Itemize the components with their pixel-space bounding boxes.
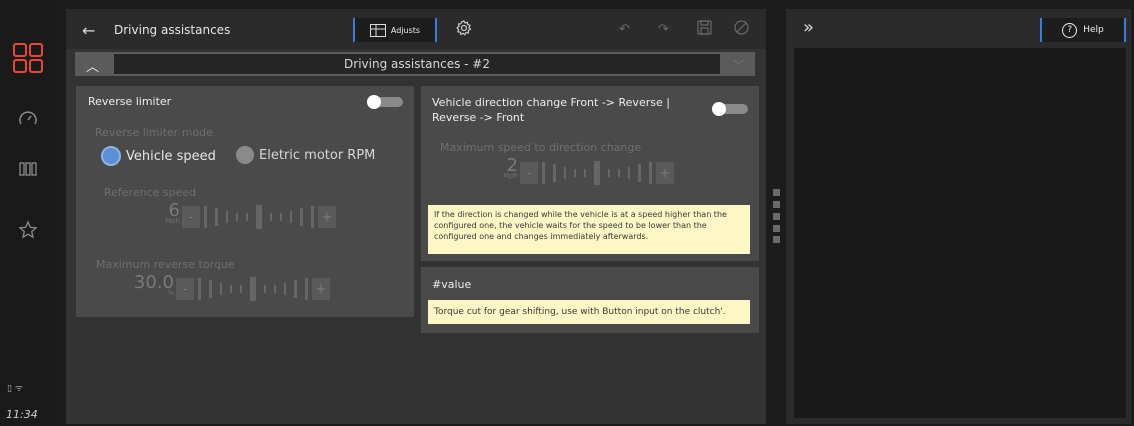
max-speed-direction-label: Maximum speed to direction change <box>440 141 642 154</box>
save-icon[interactable] <box>697 20 712 39</box>
battery-wifi-icon: ▯ ᯤ <box>7 384 24 394</box>
increment-button[interactable]: + <box>312 278 330 300</box>
splitter-handle[interactable] <box>773 225 780 232</box>
decrement-button[interactable]: - <box>176 278 194 300</box>
reference-speed-label: Reference speed <box>104 186 197 199</box>
splitter-handle[interactable] <box>773 213 780 220</box>
increment-button[interactable]: + <box>318 206 336 228</box>
reference-speed-stepper[interactable]: - + <box>182 203 336 231</box>
table-icon <box>369 23 386 37</box>
help-label: Help <box>1083 25 1104 35</box>
decrement-button[interactable]: - <box>182 206 200 228</box>
dropdown-chevron-icon[interactable]: ﹀ <box>733 57 744 73</box>
reference-speed-value: 6 Mph <box>150 200 180 225</box>
radio-selected-icon <box>101 146 121 166</box>
splitter-handle[interactable] <box>773 189 780 196</box>
direction-change-note: If the direction is changed while the ve… <box>428 205 750 254</box>
splitter-handle[interactable] <box>773 201 780 208</box>
radio-vehicle-speed[interactable]: Vehicle speed <box>101 146 216 166</box>
max-reverse-torque-value: 30.0 % <box>128 272 174 297</box>
configuration-select[interactable]: Driving assistances - #2 <box>113 53 721 75</box>
adjusts-label: Adjusts <box>390 25 421 35</box>
reverse-limiter-mode-label: Reverse limiter mode <box>95 126 213 139</box>
apps-grid-icon[interactable] <box>12 42 44 74</box>
max-speed-direction-stepper[interactable]: - + <box>520 159 674 187</box>
undo-icon[interactable]: ↶ <box>619 22 630 37</box>
cancel-icon[interactable] <box>734 20 749 39</box>
max-speed-direction-unit: Mph <box>503 172 518 180</box>
help-button[interactable]: ? Help <box>1040 18 1126 42</box>
left-rail: ▯ ᯤ 11:34 <box>0 0 55 426</box>
max-speed-direction-value: 2 Mph <box>488 155 518 180</box>
max-reverse-torque-label: Maximum reverse torque <box>96 258 235 271</box>
clock: 11:34 <box>6 408 38 421</box>
radio-label: Eletric motor RPM <box>259 147 376 163</box>
radio-unselected-icon <box>236 146 254 164</box>
reverse-limiter-title: Reverse limiter <box>88 95 172 108</box>
speedometer-icon[interactable] <box>12 103 44 135</box>
help-icon: ? <box>1062 22 1078 38</box>
star-icon[interactable] <box>12 214 44 246</box>
back-arrow-icon[interactable]: ← <box>82 21 95 40</box>
adjusts-button[interactable]: Adjusts <box>353 18 437 42</box>
max-reverse-torque-stepper[interactable]: - + <box>176 275 330 303</box>
direction-change-title: Vehicle direction change Front -> Revers… <box>432 96 670 124</box>
value-card-note: Torque cut for gear shifting, use with B… <box>428 300 750 324</box>
radio-eletric-motor-rpm[interactable]: Eletric motor RPM <box>236 146 375 164</box>
collapse-chevron-icon[interactable]: ︿ <box>86 56 99 75</box>
redo-icon[interactable]: ↷ <box>658 22 669 37</box>
expand-chevrons-icon[interactable]: » <box>803 17 814 38</box>
max-speed-direction-scale[interactable] <box>538 159 656 187</box>
reverse-limiter-toggle[interactable] <box>367 95 403 109</box>
radio-label: Vehicle speed <box>126 148 216 164</box>
columns-icon[interactable] <box>12 153 44 185</box>
decrement-button[interactable]: - <box>520 162 538 184</box>
page-title: Driving assistances <box>114 23 231 37</box>
settings-gear-icon[interactable] <box>456 20 472 40</box>
increment-button[interactable]: + <box>656 162 674 184</box>
reference-speed-unit: Mph <box>165 217 180 225</box>
splitter-handle[interactable] <box>773 236 780 243</box>
max-reverse-torque-scale[interactable] <box>194 275 312 303</box>
reference-speed-scale[interactable] <box>200 203 318 231</box>
help-content-area <box>794 48 1126 418</box>
direction-change-toggle[interactable] <box>712 102 748 116</box>
value-card-title: #value <box>432 278 472 291</box>
